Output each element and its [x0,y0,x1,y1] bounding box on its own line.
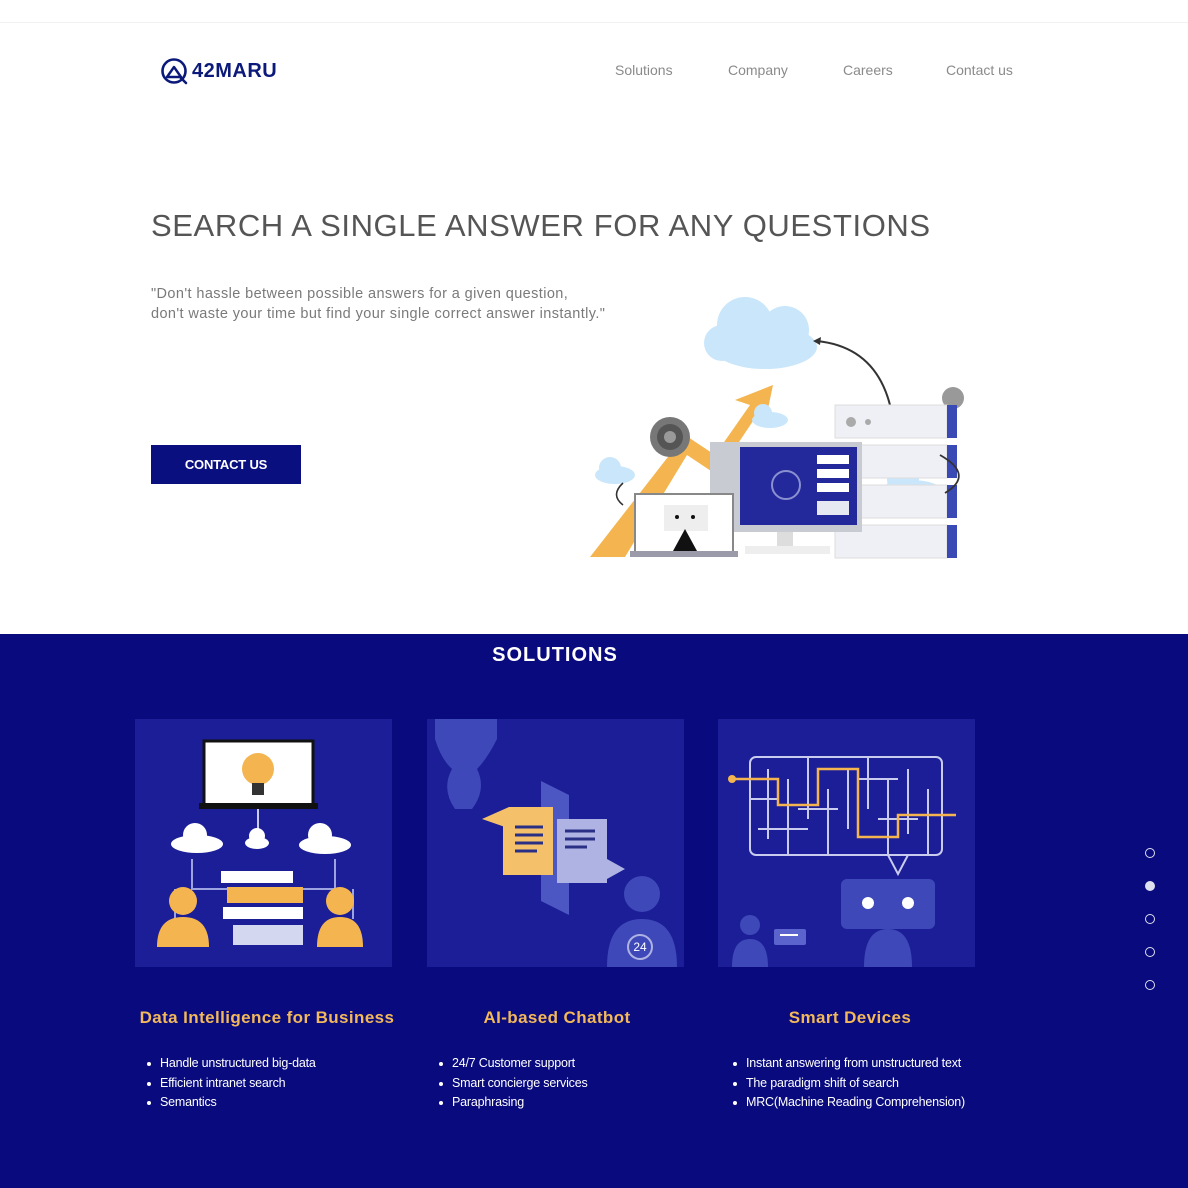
card-bullets-smart-devices: Instant answering from unstructured text… [733,1054,965,1113]
solutions-title: SOLUTIONS [492,644,618,666]
contact-us-button[interactable]: CONTACT US [151,445,301,484]
nav-company[interactable]: Company [728,62,788,78]
support-24-badge: 24 [633,940,647,954]
cloud-icon [171,823,351,854]
nav-careers[interactable]: Careers [843,62,893,78]
card-title-chatbot: AI-based Chatbot [483,1008,631,1027]
cloud-icon [704,297,817,369]
pager-dot[interactable] [1145,881,1155,891]
data-intelligence-illustration [135,719,392,967]
pager-dot[interactable] [1145,947,1155,957]
chatbot-illustration: 24 [427,719,684,967]
list-item: Efficient intranet search [147,1074,316,1094]
robot-icon [841,879,935,967]
hero-illustration [590,297,964,559]
top-divider [0,0,1188,23]
card-title-data-intelligence: Data Intelligence for Business [139,1008,395,1027]
pager-dot[interactable] [1145,980,1155,990]
list-item: Paraphrasing [439,1093,588,1113]
card-title-smart-devices: Smart Devices [788,1008,912,1027]
card-bullets-chatbot: 24/7 Customer support Smart concierge se… [439,1054,588,1113]
solutions-section: SOLUTIONS Data Intelligence for Business… [0,634,1188,1188]
laptop-icon [630,493,738,557]
list-item: Instant answering from unstructured text [733,1054,965,1074]
list-item: Handle unstructured big-data [147,1054,316,1074]
pager-dot[interactable] [1145,914,1155,924]
list-item: Semantics [147,1093,316,1113]
list-item: The paradigm shift of search [733,1074,965,1094]
smart-devices-illustration [718,719,975,967]
nav-contact-us[interactable]: Contact us [946,62,1013,78]
list-item: Smart concierge services [439,1074,588,1094]
pager-dot[interactable] [1145,848,1155,858]
list-item: MRC(Machine Reading Comprehension) [733,1093,965,1113]
hero-title: SEARCH A SINGLE ANSWER FOR ANY QUESTIONS [151,208,931,243]
section-pager [1145,848,1155,1013]
nav-solutions[interactable]: Solutions [615,62,673,78]
card-bullets-data-intelligence: Handle unstructured big-data Efficient i… [147,1054,316,1113]
list-item: 24/7 Customer support [439,1054,588,1074]
main-nav: Solutions Company Careers Contact us [0,62,1188,82]
